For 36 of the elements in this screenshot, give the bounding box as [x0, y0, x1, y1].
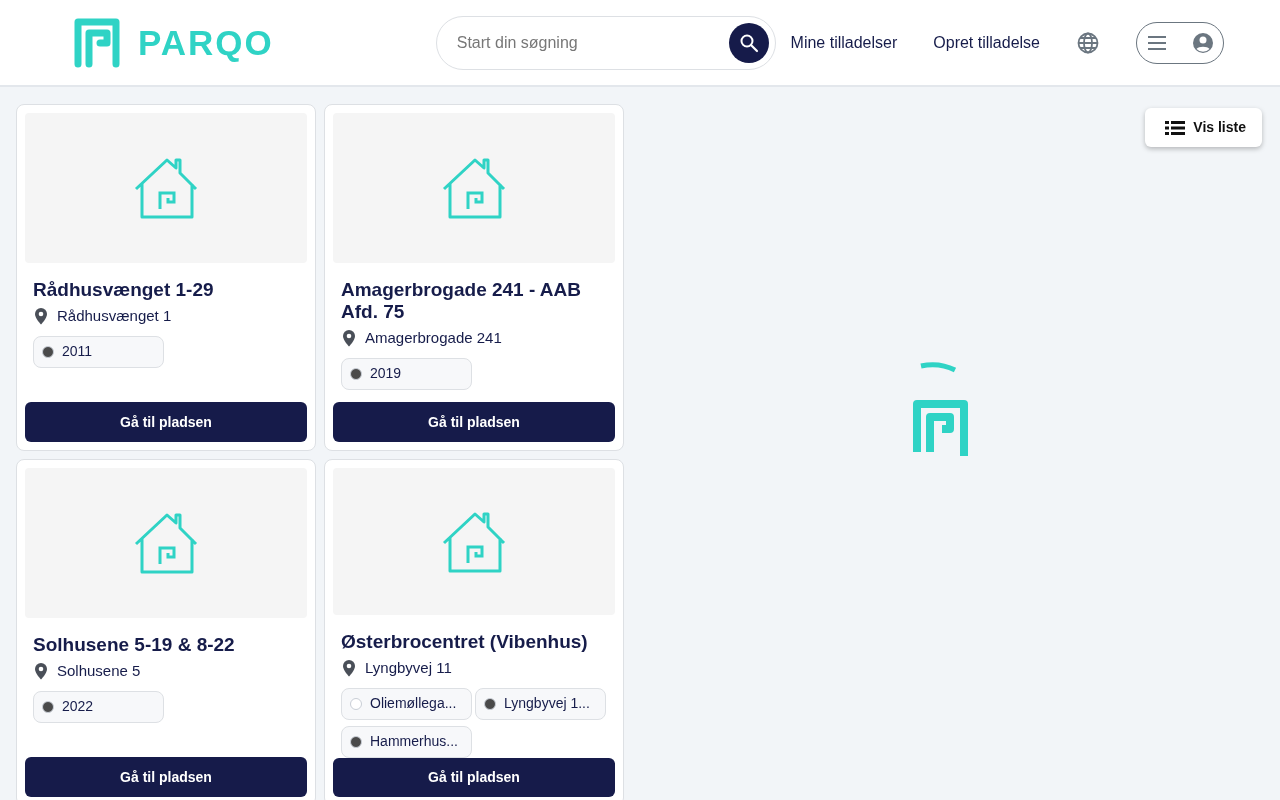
tag-label: Lyngbyvej 1... — [504, 694, 590, 714]
listing-address: Solhusene 5 — [57, 661, 141, 681]
listing-title: Amagerbrogade 241 - AAB Afd. 75 — [341, 279, 583, 323]
user-avatar-icon — [1191, 30, 1215, 55]
house-icon — [440, 157, 508, 219]
house-icon — [132, 157, 200, 219]
house-icon — [440, 510, 508, 573]
logo-mark-icon — [72, 17, 122, 68]
listing-title: Solhusene 5-19 & 8-22 — [33, 634, 236, 656]
tag-label: Hammerhus... — [370, 732, 458, 752]
location-pin-icon — [33, 662, 49, 681]
list-icon — [1165, 119, 1186, 136]
location-pin-icon — [33, 307, 49, 326]
go-to-lot-button[interactable]: Gå til pladsen — [25, 757, 307, 797]
tag-label: 2022 — [62, 697, 94, 716]
listing-title: Østerbrocentret (Vibenhus) — [341, 631, 589, 654]
listing-address: Amagerbrogade 241 — [365, 328, 502, 348]
go-to-lot-button[interactable]: Gå til pladsen — [333, 757, 615, 797]
tag-label: Oliemøllega... — [370, 694, 457, 714]
location-pin-icon — [341, 659, 357, 678]
listing-title: Rådhusvænget 1-29 — [33, 279, 215, 301]
go-to-lot-button[interactable]: Gå til pladsen — [333, 402, 615, 442]
search-icon — [738, 32, 759, 53]
account-menu-button[interactable] — [1136, 21, 1224, 64]
tag-label: 2011 — [62, 342, 93, 361]
listing-address: Rådhusvænget 1 — [57, 306, 172, 326]
tag-label: 2019 — [370, 364, 402, 383]
location-pin-icon — [341, 329, 357, 348]
listing-address: Lyngbyvej 11 — [365, 658, 452, 679]
globe-icon[interactable] — [1076, 30, 1100, 55]
nav-link[interactable]: Opret tilladelse — [933, 30, 1040, 55]
nav-link[interactable]: Mine tilladelser — [790, 30, 898, 55]
show-list-button[interactable]: Vis liste — [1145, 108, 1262, 147]
search-input[interactable]: Start din søgning — [435, 15, 776, 70]
go-to-lot-button[interactable]: Gå til pladsen — [25, 402, 307, 442]
house-icon — [132, 512, 200, 574]
